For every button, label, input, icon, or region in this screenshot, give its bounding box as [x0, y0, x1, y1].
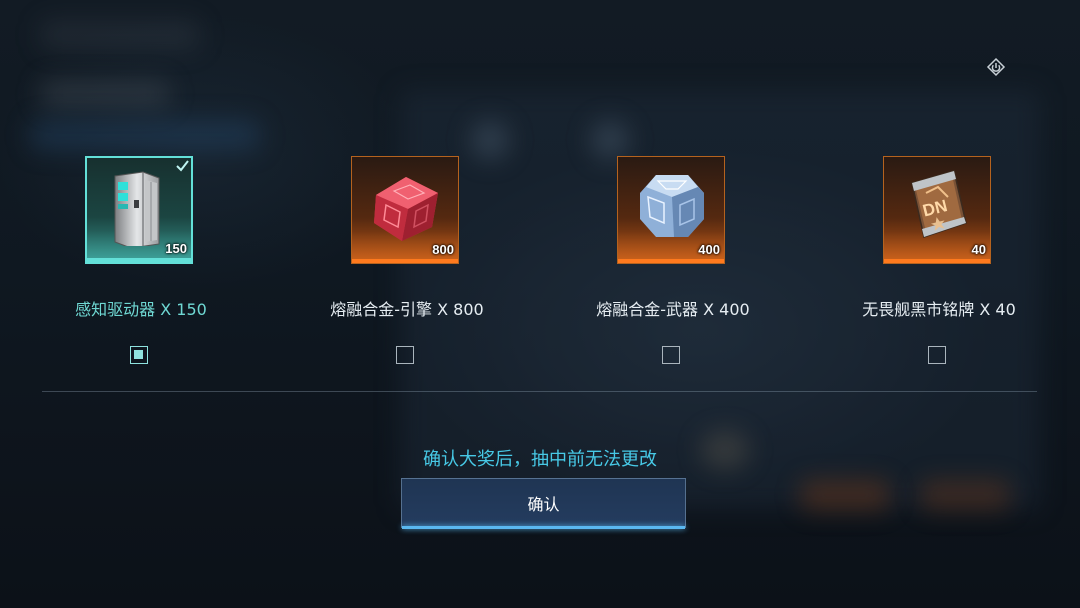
checkmark-icon — [176, 160, 189, 172]
section-divider — [42, 391, 1037, 392]
frame-underbar — [352, 259, 458, 263]
reward-option-3[interactable]: 400 熔融合金-武器 X 400 — [573, 156, 773, 376]
frame-underbar — [87, 258, 191, 262]
reward-option-2[interactable]: 800 熔融合金-引擎 X 800 — [307, 156, 507, 376]
power-icon — [986, 57, 1006, 77]
reward-selection-screen: 150 感知驱动器 X 150 800 熔融合金-引擎 X 800 400 熔融… — [0, 0, 1080, 608]
item-quantity: 400 — [698, 242, 720, 257]
item-quantity: 150 — [165, 241, 187, 256]
dn-nameplate-icon: DN — [911, 170, 967, 238]
background-blur — [40, 80, 170, 108]
reward-label: 无畏舰黑市铭牌 X 40 — [862, 300, 1016, 319]
reward-option-1[interactable]: 150 感知驱动器 X 150 — [41, 156, 241, 376]
reward-label: 熔融合金-武器 X 400 — [596, 300, 750, 319]
background-blur — [30, 120, 260, 150]
reward-label: 熔融合金-引擎 X 800 — [330, 300, 484, 319]
item-quantity: 40 — [971, 242, 986, 257]
frame-underbar — [618, 259, 724, 263]
reward-checkbox[interactable] — [662, 346, 680, 364]
reward-option-4[interactable]: DN 40 无畏舰黑市铭牌 X 40 — [839, 156, 1039, 376]
sensor-drive-icon — [114, 171, 160, 246]
reward-item-frame[interactable]: 150 — [85, 156, 193, 264]
reward-item-frame[interactable]: DN 40 — [883, 156, 991, 264]
grand-prize-notice: 确认大奖后，抽中前无法更改 — [423, 449, 657, 470]
background-blur — [800, 480, 890, 510]
reward-label: 感知驱动器 X 150 — [75, 300, 207, 319]
item-quantity: 800 — [432, 242, 454, 257]
confirm-button[interactable]: 确认 — [401, 478, 686, 529]
reward-checkbox[interactable] — [928, 346, 946, 364]
exit-button[interactable] — [985, 56, 1007, 78]
button-underline — [402, 526, 685, 529]
reward-item-frame[interactable]: 800 — [351, 156, 459, 264]
background-blur — [470, 120, 510, 160]
red-alloy-engine-icon — [374, 177, 438, 241]
reward-checkbox[interactable] — [130, 346, 148, 364]
reward-checkbox[interactable] — [396, 346, 414, 364]
background-blur — [920, 480, 1010, 510]
confirm-button-label: 确认 — [527, 495, 560, 514]
reward-item-frame[interactable]: 400 — [617, 156, 725, 264]
background-blur — [590, 120, 630, 160]
background-blur — [40, 20, 200, 50]
blue-alloy-weapon-icon — [640, 175, 704, 237]
frame-underbar — [884, 259, 990, 263]
